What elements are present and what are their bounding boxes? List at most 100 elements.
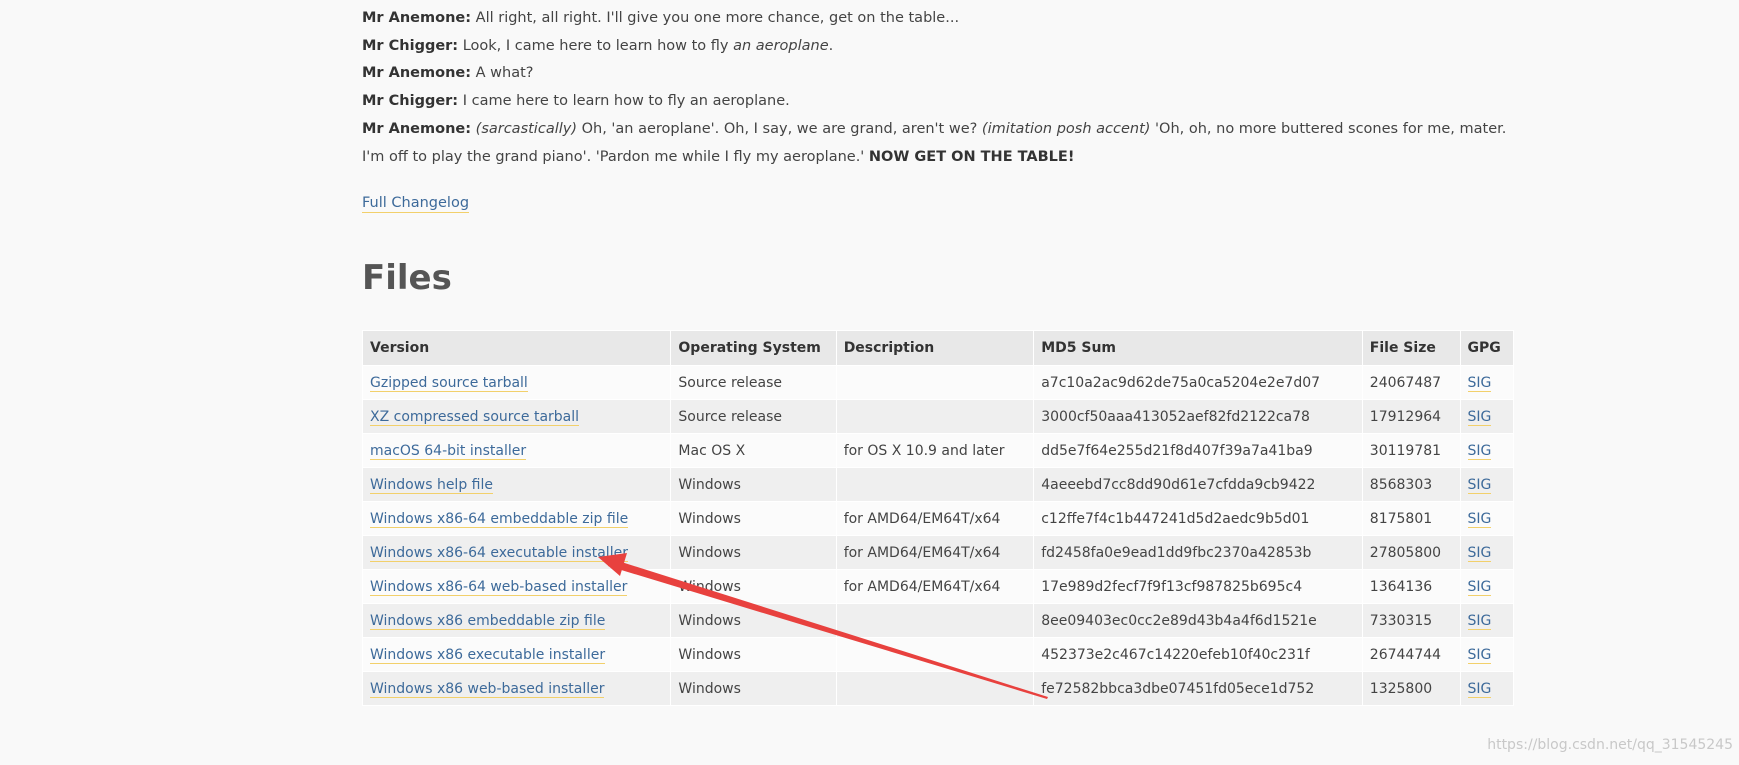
table-header-row: Version Operating System Description MD5… — [361, 330, 1515, 366]
os-cell: Windows — [678, 476, 741, 493]
table-cell: fd2458fa0e9ead1dd9fbc2370a42853b — [1033, 535, 1363, 570]
md5-cell: a7c10a2ac9d62de75a0ca5204e2e7d07 — [1041, 374, 1321, 391]
table-cell: for AMD64/EM64T/x64 — [835, 535, 1035, 570]
dialog-stage-direction: an aeroplane — [733, 37, 829, 54]
table-cell: Windows help file — [361, 467, 672, 502]
table-row: Windows help file Windows 4aeeebd7cc8dd90d… — [361, 467, 1515, 502]
dialog-text: I came here to learn how to fly an aerop… — [458, 93, 790, 110]
table-cell: Windows x86-64 web-based installer — [361, 569, 672, 604]
files-heading: Files — [362, 258, 452, 298]
file-size-cell: 30119781 — [1369, 442, 1442, 459]
table-cell: 8568303 — [1361, 467, 1461, 502]
table-cell: for AMD64/EM64T/x64 — [835, 501, 1035, 536]
table-cell: Windows x86 embeddable zip file — [361, 603, 672, 638]
table-cell: Windows x86-64 executable installer — [361, 535, 672, 570]
version-link[interactable]: Windows x86-64 embeddable zip file — [370, 510, 629, 528]
dialog-text: Oh, 'an aeroplane'. Oh, I say, we are gr… — [577, 120, 982, 137]
full-changelog-link[interactable]: Full Changelog — [362, 194, 470, 213]
dialog-block: Mr Anemone: All right, all right. I'll g… — [362, 5, 1512, 171]
table-cell: 1325800 — [1361, 671, 1461, 706]
version-link[interactable]: Windows x86 embeddable zip file — [370, 612, 606, 630]
gpg-sig-link[interactable]: SIG — [1467, 544, 1492, 562]
table-cell: 17912964 — [1361, 399, 1461, 434]
dialog-speaker: Mr Anemone: — [362, 120, 472, 137]
table-cell: for OS X 10.9 and later — [835, 433, 1035, 468]
os-cell: Windows — [678, 510, 741, 527]
md5-cell: 3000cf50aaa413052aef82fd2122ca78 — [1041, 408, 1310, 425]
os-cell: Windows — [678, 612, 741, 629]
version-link[interactable]: Windows x86 executable installer — [370, 646, 606, 664]
header-operating-system: Operating System — [670, 330, 837, 366]
dialog-line: Mr Anemone: All right, all right. I'll g… — [362, 5, 1512, 33]
table-cell: dd5e7f64e255d21f8d407f39a7a41ba9 — [1033, 433, 1363, 468]
gpg-sig-link[interactable]: SIG — [1467, 510, 1492, 528]
gpg-sig-link[interactable]: SIG — [1467, 408, 1492, 426]
table-cell: Windows — [670, 569, 837, 604]
header-version: Version — [361, 330, 672, 366]
table-cell: 7330315 — [1361, 603, 1461, 638]
table-row: Windows x86 embeddable zip file Windows 8e… — [361, 603, 1515, 638]
table-cell: SIG — [1459, 603, 1515, 638]
gpg-sig-link[interactable]: SIG — [1467, 374, 1492, 392]
header-description: Description — [835, 330, 1035, 366]
description-cell: for OS X 10.9 and later — [843, 442, 1005, 459]
md5-cell: dd5e7f64e255d21f8d407f39a7a41ba9 — [1041, 442, 1313, 459]
table-cell: SIG — [1459, 671, 1515, 706]
version-link[interactable]: macOS 64-bit installer — [370, 442, 527, 460]
table-row: XZ compressed source tarball Source relea… — [361, 399, 1515, 434]
dialog-line: Mr Chigger: Look, I came here to learn h… — [362, 33, 1512, 61]
gpg-sig-link[interactable]: SIG — [1467, 476, 1492, 494]
os-cell: Source release — [678, 408, 782, 425]
table-cell: Windows x86 web-based installer — [361, 671, 672, 706]
version-link[interactable]: XZ compressed source tarball — [370, 408, 580, 426]
table-cell — [835, 603, 1035, 638]
table-cell: XZ compressed source tarball — [361, 399, 672, 434]
table-cell: SIG — [1459, 365, 1515, 400]
file-size-cell: 24067487 — [1369, 374, 1442, 391]
table-row: Windows x86 web-based installer Windows fe… — [361, 671, 1515, 706]
table-cell: SIG — [1459, 467, 1515, 502]
os-cell: Windows — [678, 680, 741, 697]
table-cell: Windows — [670, 467, 837, 502]
version-link[interactable]: Windows help file — [370, 476, 493, 494]
table-cell: Windows x86 executable installer — [361, 637, 672, 672]
dialog-text: A what? — [471, 65, 534, 82]
table-cell: Windows — [670, 535, 837, 570]
gpg-sig-link[interactable]: SIG — [1467, 680, 1492, 698]
table-row: macOS 64-bit installer Mac OS X for OS X 1… — [361, 433, 1515, 468]
table-cell: Windows — [670, 603, 837, 638]
version-link[interactable]: Windows x86 web-based installer — [370, 680, 605, 698]
table-cell: Windows — [670, 637, 837, 672]
table-cell — [835, 637, 1035, 672]
dialog-line: Mr Anemone: (sarcastically) Oh, 'an aero… — [362, 116, 1512, 171]
table-cell: SIG — [1459, 433, 1515, 468]
dialog-text: All right, all right. I'll give you one … — [471, 10, 960, 26]
table-cell: Gzipped source tarball — [361, 365, 672, 400]
file-size-cell: 1325800 — [1369, 680, 1433, 697]
version-link[interactable]: Windows x86-64 executable installer — [370, 544, 628, 562]
table-cell: for AMD64/EM64T/x64 — [835, 569, 1035, 604]
md5-cell: c12ffe7f4c1b447241d5d2aedc9b5d01 — [1041, 510, 1310, 527]
gpg-sig-link[interactable]: SIG — [1467, 612, 1492, 630]
description-cell: for AMD64/EM64T/x64 — [843, 578, 1001, 595]
table-cell: 30119781 — [1361, 433, 1461, 468]
version-link[interactable]: Gzipped source tarball — [370, 374, 528, 392]
file-size-cell: 1364136 — [1369, 578, 1433, 595]
table-cell — [835, 399, 1035, 434]
table-cell: 27805800 — [1361, 535, 1461, 570]
os-cell: Windows — [678, 578, 741, 595]
table-cell — [835, 671, 1035, 706]
table-cell: 17e989d2fecf7f9f13cf987825b695c4 — [1033, 569, 1363, 604]
gpg-sig-link[interactable]: SIG — [1467, 578, 1492, 596]
table-cell: 3000cf50aaa413052aef82fd2122ca78 — [1033, 399, 1363, 434]
version-link[interactable]: Windows x86-64 web-based installer — [370, 578, 628, 596]
table-cell: Windows x86-64 embeddable zip file — [361, 501, 672, 536]
gpg-sig-link[interactable]: SIG — [1467, 442, 1492, 460]
gpg-sig-link[interactable]: SIG — [1467, 646, 1492, 664]
table-row: Windows x86-64 embeddable zip file Window… — [361, 501, 1515, 536]
table-row: Windows x86 executable installer Windows 4… — [361, 637, 1515, 672]
table-cell — [835, 365, 1035, 400]
table-cell: a7c10a2ac9d62de75a0ca5204e2e7d07 — [1033, 365, 1363, 400]
table-cell: 8ee09403ec0cc2e89d43b4a4f6d1521e — [1033, 603, 1363, 638]
md5-cell: 452373e2c467c14220efeb10f40c231f — [1041, 646, 1310, 663]
